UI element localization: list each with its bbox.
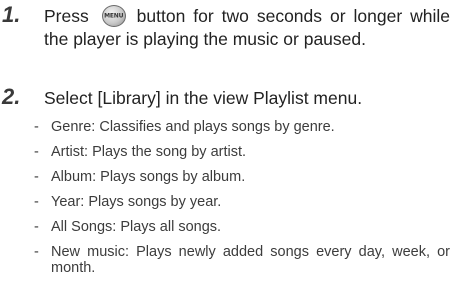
list-item-album: - Album: Plays songs by album. xyxy=(34,169,450,186)
step-1-number: 1. xyxy=(2,2,21,27)
bullet-dash: - xyxy=(34,194,39,210)
list-item-text: Genre: Classifies and plays songs by gen… xyxy=(51,119,335,135)
list-item-genre: - Genre: Classifies and plays songs by ge… xyxy=(34,119,450,136)
bullet-dash: - xyxy=(34,144,39,160)
library-options-list: - Genre: Classifies and plays songs by ge… xyxy=(34,119,450,284)
step-1-text: Press MENU button for two seconds or lon… xyxy=(44,4,450,51)
list-item-text: New music: Plays newly added songs every… xyxy=(51,244,450,276)
step-1-text-before-icon: Press xyxy=(44,6,97,26)
list-item-text: Year: Plays songs by year. xyxy=(51,194,222,210)
menu-button-icon-label: MENU xyxy=(104,12,124,20)
list-item-text: Artist: Plays the song by artist. xyxy=(51,144,247,160)
list-item-text: Album: Plays songs by album. xyxy=(51,169,246,185)
step-2-text: Select [Library] in the view Playlist me… xyxy=(44,88,363,108)
bullet-dash: - xyxy=(34,219,39,235)
list-item-text: All Songs: Plays all songs. xyxy=(51,219,222,235)
list-item-artist: - Artist: Plays the song by artist. xyxy=(34,144,450,161)
list-item-all-songs: - All Songs: Plays all songs. xyxy=(34,219,450,236)
manual-page: 1. Press MENU button for two seconds or … xyxy=(0,0,454,300)
list-item-year: - Year: Plays songs by year. xyxy=(34,194,450,211)
bullet-dash: - xyxy=(34,119,39,135)
bullet-dash: - xyxy=(34,244,39,260)
list-item-new-music: - New music: Plays newly added songs ever… xyxy=(34,244,450,276)
bullet-dash: - xyxy=(34,169,39,185)
menu-button-icon: MENU xyxy=(101,4,126,27)
step-2-number: 2. xyxy=(2,84,21,109)
